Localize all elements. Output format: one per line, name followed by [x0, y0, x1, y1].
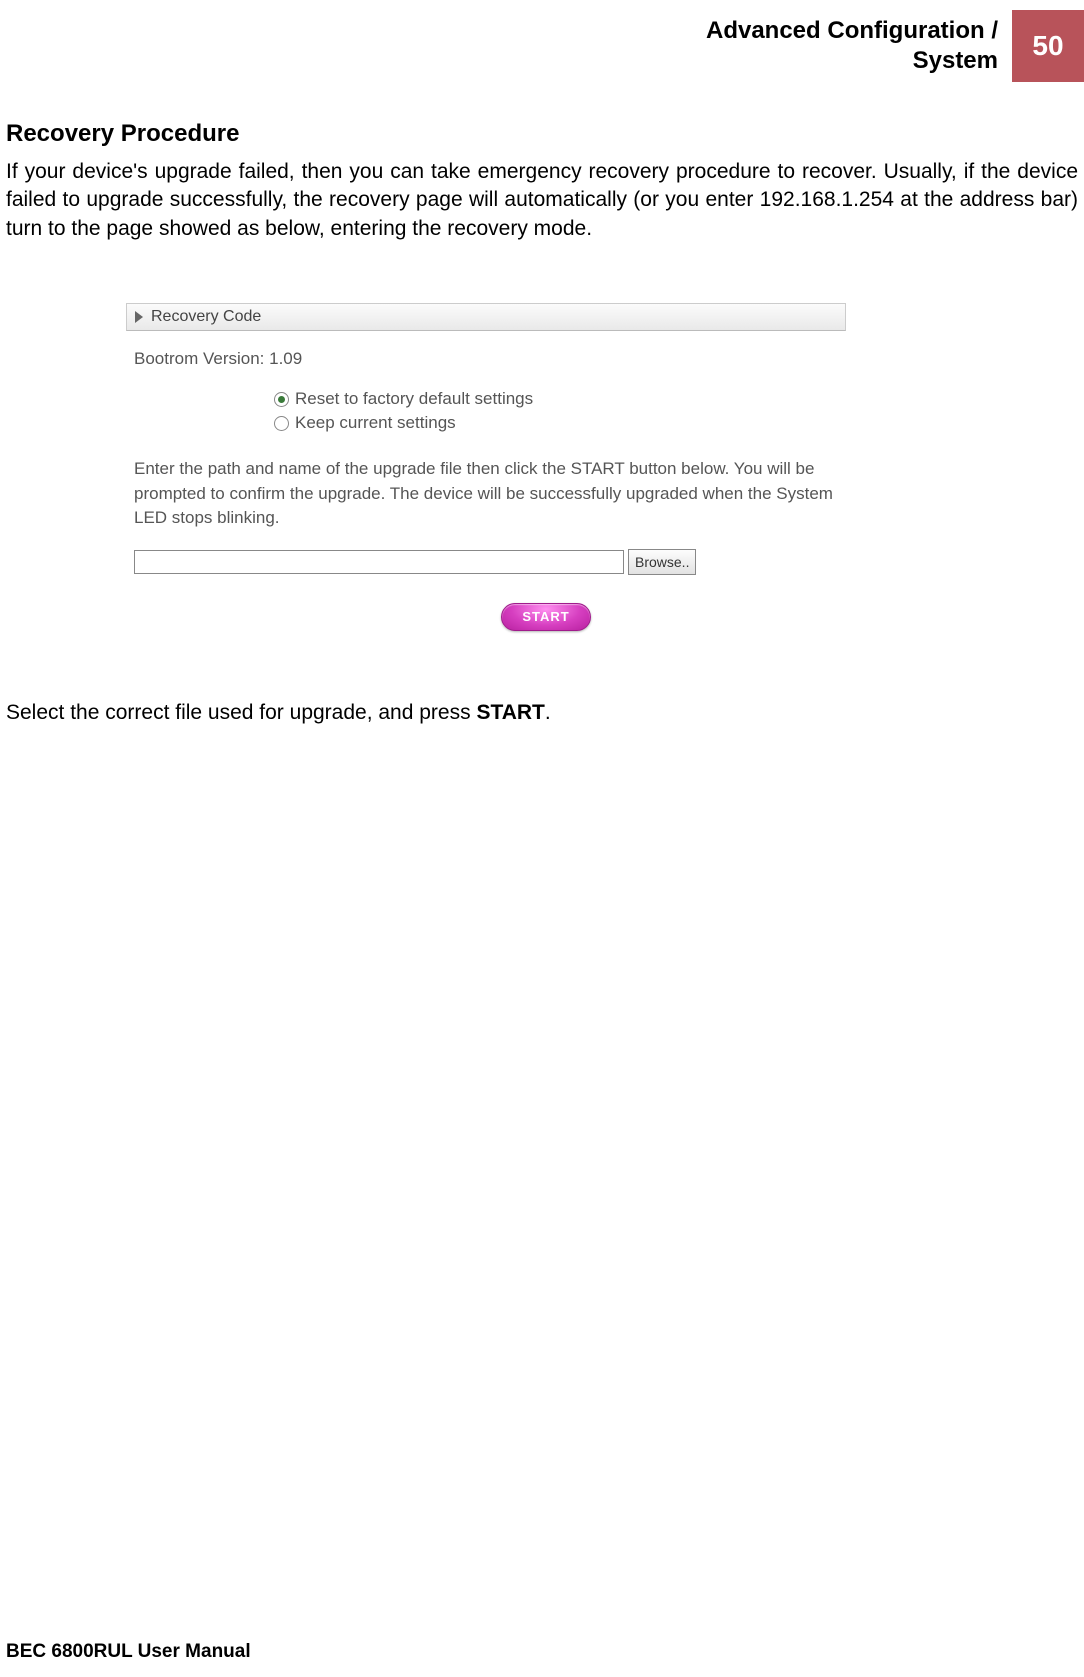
browse-button[interactable]: Browse..: [628, 549, 696, 575]
radio-reset-factory[interactable]: Reset to factory default settings: [274, 389, 838, 409]
intro-paragraph: If your device's upgrade failed, then yo…: [6, 158, 1078, 243]
triangle-icon: [135, 311, 143, 323]
main-content: Recovery Procedure If your device's upgr…: [6, 120, 1078, 735]
upgrade-file-input[interactable]: [134, 550, 624, 574]
panel-instructions: Enter the path and name of the upgrade f…: [134, 457, 838, 531]
radio-keep-current[interactable]: Keep current settings: [274, 413, 838, 433]
start-wrap: START: [134, 603, 838, 631]
header-title-line1: Advanced Configuration /: [706, 17, 998, 44]
radio-icon: [274, 416, 289, 431]
file-row: Browse..: [134, 549, 838, 575]
bootrom-version: Bootrom Version: 1.09: [134, 349, 838, 369]
panel-title: Recovery Code: [151, 308, 261, 326]
footer-text: BEC 6800RUL User Manual: [6, 1641, 251, 1663]
recovery-panel-screenshot: Recovery Code Bootrom Version: 1.09 Rese…: [126, 303, 846, 639]
page-number: 50: [1012, 10, 1084, 82]
post-instruction: Select the correct file used for upgrade…: [6, 699, 1078, 727]
header-title: Advanced Configuration / System: [706, 10, 1012, 82]
header-title-line2: System: [913, 47, 998, 74]
page-header: Advanced Configuration / System 50: [706, 10, 1084, 82]
radio-keep-label: Keep current settings: [295, 413, 456, 433]
panel-body: Bootrom Version: 1.09 Reset to factory d…: [126, 331, 846, 639]
start-button[interactable]: START: [501, 603, 590, 631]
post-text-bold: START: [476, 701, 544, 724]
section-heading: Recovery Procedure: [6, 120, 1078, 148]
panel-header: Recovery Code: [126, 303, 846, 331]
post-text-prefix: Select the correct file used for upgrade…: [6, 701, 476, 724]
radio-reset-label: Reset to factory default settings: [295, 389, 533, 409]
radio-icon: [274, 392, 289, 407]
post-text-suffix: .: [545, 701, 551, 724]
